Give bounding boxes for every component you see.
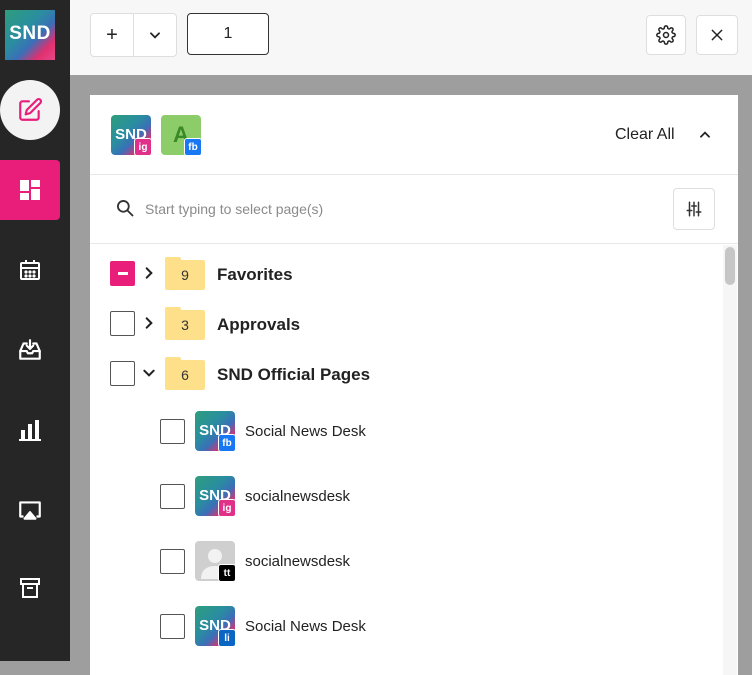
page-avatar: SND fb: [195, 411, 236, 452]
group-row[interactable]: 3 Approvals: [90, 299, 720, 349]
group-label: Approvals: [217, 315, 301, 334]
group-row[interactable]: 9 Favorites: [90, 249, 720, 299]
group-checkbox[interactable]: [110, 261, 135, 286]
clear-all-button[interactable]: Clear All: [615, 126, 675, 144]
group-checkbox[interactable]: [110, 361, 135, 386]
page-row[interactable]: SND fb Social News Desk: [90, 405, 720, 470]
top-toolbar: + 1: [70, 0, 752, 75]
search-input[interactable]: [145, 197, 585, 221]
selected-avatar[interactable]: A fb: [161, 115, 202, 156]
close-button[interactable]: [696, 15, 738, 55]
add-dropdown-button[interactable]: [133, 13, 177, 57]
archive-icon: [20, 578, 40, 598]
calendar-icon: [20, 260, 40, 280]
group-label: Favorites: [217, 265, 293, 284]
scrollbar[interactable]: [723, 245, 737, 675]
page-label: socialnewsdesk: [245, 488, 351, 505]
page-avatar: SND ig: [195, 476, 236, 517]
sidebar-item-archive[interactable]: [0, 558, 60, 618]
sidebar-item-calendar[interactable]: [0, 240, 60, 300]
edit-icon: [19, 98, 42, 121]
folder-icon: 3: [165, 307, 205, 340]
chevron-up-icon[interactable]: [698, 128, 712, 142]
chevron-right-icon[interactable]: [142, 266, 156, 280]
page-row[interactable]: SND ig socialnewsdesk: [90, 470, 720, 535]
settings-button[interactable]: [646, 15, 686, 55]
sidebar-item-broadcast[interactable]: [0, 480, 60, 540]
facebook-badge-icon: fb: [184, 138, 202, 156]
page-label: Social News Desk: [245, 618, 366, 635]
close-icon: [711, 29, 723, 41]
folder-icon: 9: [165, 257, 205, 290]
logo-text: SND: [9, 23, 51, 44]
app-logo[interactable]: SND: [5, 10, 55, 60]
facebook-badge-icon: fb: [218, 434, 236, 452]
airplay-icon: [19, 501, 41, 520]
chevron-right-icon[interactable]: [142, 316, 156, 330]
bar-chart-icon: [19, 420, 41, 441]
page-search: [90, 175, 738, 244]
page-checkbox[interactable]: [160, 614, 185, 639]
chevron-down-icon: [150, 32, 160, 39]
sidebar-item-dashboard[interactable]: [0, 160, 60, 220]
folder-icon: 6: [165, 357, 205, 390]
add-button[interactable]: +: [90, 13, 134, 57]
scrollbar-thumb[interactable]: [725, 247, 735, 285]
search-icon: [117, 200, 134, 217]
group-count: 3: [165, 310, 205, 340]
selected-pages-header: SND ig A fb Clear All: [90, 95, 738, 175]
page-checkbox[interactable]: [160, 549, 185, 574]
group-count: 9: [165, 260, 205, 290]
sidebar-item-analytics[interactable]: [0, 400, 60, 460]
linkedin-badge-icon: li: [218, 629, 236, 647]
page-label: socialnewsdesk: [245, 553, 351, 570]
instagram-badge-icon: ig: [134, 138, 152, 156]
page-row[interactable]: SND li Social News Desk: [90, 600, 720, 665]
selected-avatar[interactable]: SND ig: [111, 115, 152, 156]
group-row[interactable]: 6 SND Official Pages: [90, 349, 720, 399]
gear-icon: [656, 25, 676, 45]
filter-button[interactable]: [673, 188, 715, 230]
page-avatar: tt: [195, 541, 236, 582]
tiktok-badge-icon: tt: [218, 564, 236, 582]
sidebar: SND: [0, 0, 70, 661]
page-selector-panel: SND ig A fb Clear All 9 Favorites 3 Appr…: [90, 95, 738, 675]
sliders-icon: [686, 201, 702, 217]
chevron-down-icon[interactable]: [142, 366, 156, 380]
page-checkbox[interactable]: [160, 484, 185, 509]
dashboard-icon: [20, 180, 40, 200]
page-checkbox[interactable]: [160, 419, 185, 444]
instagram-badge-icon: ig: [218, 499, 236, 517]
inbox-icon: [19, 339, 41, 360]
group-label: SND Official Pages: [217, 365, 371, 384]
count-field[interactable]: 1: [187, 13, 269, 55]
sidebar-item-inbox[interactable]: [0, 320, 60, 380]
group-checkbox[interactable]: [110, 311, 135, 336]
page-avatar: SND li: [195, 606, 236, 647]
page-label: Social News Desk: [245, 423, 366, 440]
page-row[interactable]: tt socialnewsdesk: [90, 535, 720, 600]
compose-button[interactable]: [0, 80, 60, 140]
group-count: 6: [165, 360, 205, 390]
